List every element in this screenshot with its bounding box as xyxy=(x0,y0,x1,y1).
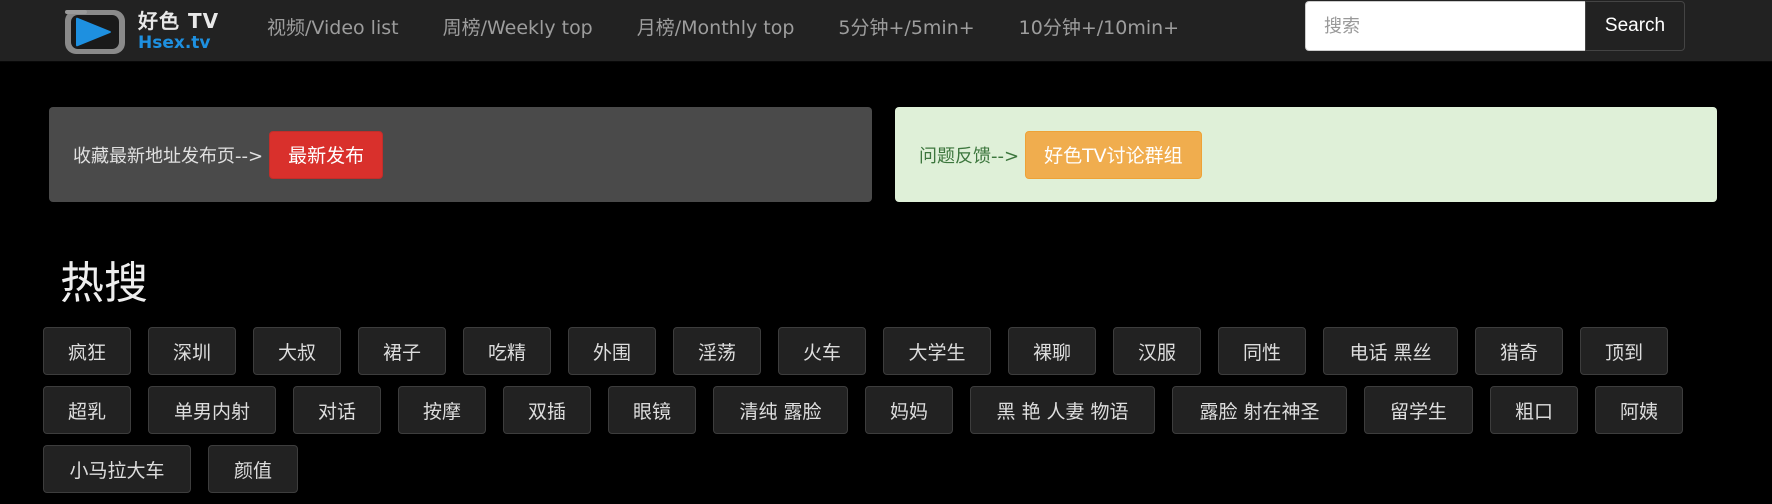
search-button[interactable]: Search xyxy=(1585,1,1685,51)
hot-tag[interactable]: 疯狂 xyxy=(43,327,131,375)
nav-10min[interactable]: 10分钟+/10min+ xyxy=(997,13,1201,40)
hot-tag[interactable]: 火车 xyxy=(778,327,866,375)
hot-tag[interactable]: 双插 xyxy=(503,386,591,434)
search-input[interactable] xyxy=(1305,1,1585,51)
hot-tag[interactable]: 黑 艳 人妻 物语 xyxy=(970,386,1155,434)
hot-tag[interactable]: 淫荡 xyxy=(673,327,761,375)
play-tv-icon xyxy=(62,5,128,57)
feedback-text: 问题反馈--> xyxy=(919,145,1020,167)
hot-tag[interactable]: 外围 xyxy=(568,327,656,375)
hot-tag[interactable]: 深圳 xyxy=(148,327,236,375)
hot-tag[interactable]: 裸聊 xyxy=(1008,327,1096,375)
hot-tag[interactable]: 大叔 xyxy=(253,327,341,375)
tag-row-2: 超乳 单男内射 对话 按摩 双插 眼镜 清纯 露脸 妈妈 黑 艳 人妻 物语 露… xyxy=(43,386,1743,434)
hot-tag[interactable]: 妈妈 xyxy=(865,386,953,434)
hot-tag[interactable]: 眼镜 xyxy=(608,386,696,434)
brand-logo-link[interactable]: 好色 TV Hsex.tv xyxy=(62,5,232,57)
hot-search-tags: 疯狂 深圳 大叔 裙子 吃精 外围 淫荡 火车 大学生 裸聊 汉服 同性 电话 … xyxy=(43,327,1743,504)
hot-tag[interactable]: 超乳 xyxy=(43,386,131,434)
nav-links: 视频/Video list 周榜/Weekly top 月榜/Monthly t… xyxy=(245,0,1201,52)
latest-release-button[interactable]: 最新发布 xyxy=(269,130,384,179)
nav-weekly-top[interactable]: 周榜/Weekly top xyxy=(421,13,615,40)
hot-tag[interactable]: 汉服 xyxy=(1113,327,1201,375)
hot-tag[interactable]: 小马拉大车 xyxy=(43,445,191,493)
hot-tag[interactable]: 顶到 xyxy=(1580,327,1668,375)
tag-row-1: 疯狂 深圳 大叔 裙子 吃精 外围 淫荡 火车 大学生 裸聊 汉服 同性 电话 … xyxy=(43,327,1743,375)
hot-tag[interactable]: 按摩 xyxy=(398,386,486,434)
hot-tag[interactable]: 清纯 露脸 xyxy=(713,386,848,434)
hot-search-title: 热搜 xyxy=(60,258,148,309)
hot-tag[interactable]: 露脸 射在神圣 xyxy=(1172,386,1347,434)
hot-tag[interactable]: 颜值 xyxy=(208,445,298,493)
latest-address-notice: 收藏最新地址发布页--> 最新发布 xyxy=(49,107,872,202)
hot-tag[interactable]: 阿姨 xyxy=(1595,386,1683,434)
hot-tag[interactable]: 对话 xyxy=(293,386,381,434)
hot-tag[interactable]: 大学生 xyxy=(883,327,991,375)
brand-domain: Hsex.tv xyxy=(138,32,211,53)
hot-tag[interactable]: 吃精 xyxy=(463,327,551,375)
hot-tag[interactable]: 裙子 xyxy=(358,327,446,375)
latest-address-text: 收藏最新地址发布页--> xyxy=(73,145,264,167)
discussion-group-button[interactable]: 好色TV讨论群组 xyxy=(1025,130,1202,179)
nav-monthly-top[interactable]: 月榜/Monthly top xyxy=(615,13,817,40)
top-navbar: 好色 TV Hsex.tv 视频/Video list 周榜/Weekly to… xyxy=(0,0,1772,62)
hot-tag[interactable]: 同性 xyxy=(1218,327,1306,375)
hot-tag[interactable]: 电话 黑丝 xyxy=(1323,327,1458,375)
tag-row-3: 小马拉大车 颜值 xyxy=(43,445,1743,493)
hot-tag[interactable]: 粗口 xyxy=(1490,386,1578,434)
hot-tag[interactable]: 单男内射 xyxy=(148,386,276,434)
search-form: Search xyxy=(1305,1,1685,51)
nav-5min[interactable]: 5分钟+/5min+ xyxy=(816,13,996,40)
hot-tag[interactable]: 猎奇 xyxy=(1475,327,1563,375)
hot-tag[interactable]: 留学生 xyxy=(1364,386,1473,434)
brand-name: 好色 TV xyxy=(138,8,220,33)
nav-video-list[interactable]: 视频/Video list xyxy=(245,13,421,40)
feedback-notice: 问题反馈--> 好色TV讨论群组 xyxy=(895,107,1717,202)
